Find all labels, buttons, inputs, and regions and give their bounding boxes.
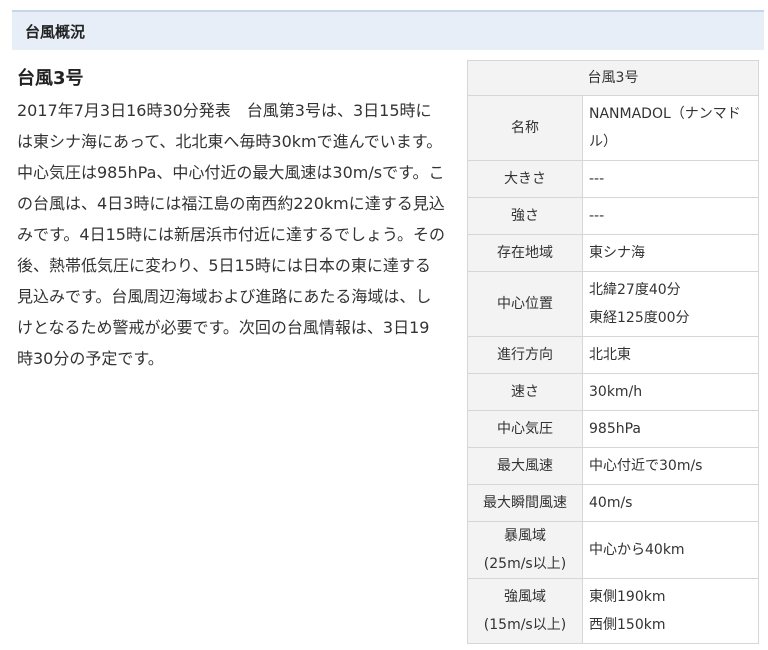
table-row: 中心位置 北緯27度40分 東経125度00分 bbox=[467, 271, 759, 337]
row-value-line: 東シナ海 bbox=[589, 245, 645, 261]
row-value-line: --- bbox=[589, 208, 605, 224]
row-value: 東側190km 西側150km bbox=[582, 578, 759, 644]
row-key-line: 存在地域 bbox=[497, 245, 553, 261]
row-value-line: 北北東 bbox=[589, 347, 631, 363]
section-header-title: 台風概況 bbox=[25, 23, 86, 41]
row-value: --- bbox=[582, 160, 759, 198]
row-value: NANMADOL（ナンマドル） bbox=[582, 95, 759, 161]
row-key-line: (25m/s以上) bbox=[483, 556, 567, 572]
row-value-line: 中心から40km bbox=[589, 542, 685, 558]
table-row: 速さ 30km/h bbox=[467, 373, 759, 411]
row-key: 名称 bbox=[467, 95, 583, 161]
row-key-line: 中心気圧 bbox=[497, 421, 553, 437]
row-value-line: 40m/s bbox=[589, 495, 633, 511]
row-key-line: 強さ bbox=[511, 208, 539, 224]
row-key-line: 大きさ bbox=[504, 171, 546, 187]
table-row: 名称 NANMADOL（ナンマドル） bbox=[467, 95, 759, 161]
row-key: 存在地域 bbox=[467, 234, 583, 272]
row-key-line: 暴風域 bbox=[504, 528, 546, 544]
row-value: 985hPa bbox=[582, 410, 759, 448]
row-key-line: 名称 bbox=[511, 120, 539, 136]
row-value-line: NANMADOL（ナンマドル） bbox=[589, 106, 741, 150]
row-key-line: 進行方向 bbox=[497, 347, 553, 363]
typhoon-info-table: 台風3号 名称 NANMADOL（ナンマドル） 大きさ --- 強さ --- 存在地域 東シナ… bbox=[467, 60, 759, 644]
row-value: --- bbox=[582, 197, 759, 235]
table-row: 中心気圧 985hPa bbox=[467, 410, 759, 448]
row-key-line: 最大風速 bbox=[497, 458, 553, 474]
row-value: 北緯27度40分 東経125度00分 bbox=[582, 271, 759, 337]
table-row: 暴風域 (25m/s以上) 中心から40km bbox=[467, 521, 759, 579]
row-key-line: 最大瞬間風速 bbox=[483, 495, 567, 511]
row-key: 最大風速 bbox=[467, 447, 583, 485]
row-value-line: 東側190km bbox=[589, 589, 666, 605]
row-value: 中心から40km bbox=[582, 521, 759, 579]
row-key: 最大瞬間風速 bbox=[467, 484, 583, 522]
row-value-line: 北緯27度40分 bbox=[589, 282, 681, 298]
table-row: 強風域 (15m/s以上) 東側190km 西側150km bbox=[467, 578, 759, 644]
row-value: 30km/h bbox=[582, 373, 759, 411]
row-value-line: --- bbox=[589, 171, 605, 187]
row-value: 東シナ海 bbox=[582, 234, 759, 272]
row-value: 北北東 bbox=[582, 336, 759, 374]
table-caption: 台風3号 bbox=[467, 60, 759, 96]
table-caption-row: 台風3号 bbox=[467, 60, 759, 96]
row-key-line: (15m/s以上) bbox=[483, 617, 567, 633]
row-key: 強さ bbox=[467, 197, 583, 235]
row-key: 中心気圧 bbox=[467, 410, 583, 448]
table-row: 最大瞬間風速 40m/s bbox=[467, 484, 759, 522]
table-row: 最大風速 中心付近で30m/s bbox=[467, 447, 759, 485]
row-value: 中心付近で30m/s bbox=[582, 447, 759, 485]
row-key-line: 速さ bbox=[511, 384, 539, 400]
table-row: 存在地域 東シナ海 bbox=[467, 234, 759, 272]
row-key: 暴風域 (25m/s以上) bbox=[467, 521, 583, 579]
row-key: 中心位置 bbox=[467, 271, 583, 337]
table-row: 進行方向 北北東 bbox=[467, 336, 759, 374]
row-value-line: 985hPa bbox=[589, 421, 641, 437]
typhoon-description: 2017年7月3日16時30分発表 台風第3号は、3日15時には東シナ海にあって… bbox=[17, 101, 445, 368]
row-value: 40m/s bbox=[582, 484, 759, 522]
typhoon-title: 台風3号 bbox=[17, 68, 84, 89]
row-key-line: 中心位置 bbox=[497, 296, 553, 312]
row-key-line: 強風域 bbox=[504, 589, 546, 605]
row-value-line: 30km/h bbox=[589, 384, 643, 400]
row-value-line: 東経125度00分 bbox=[589, 310, 690, 326]
table-row: 大きさ --- bbox=[467, 160, 759, 198]
row-key: 強風域 (15m/s以上) bbox=[467, 578, 583, 644]
row-key: 進行方向 bbox=[467, 336, 583, 374]
row-key: 速さ bbox=[467, 373, 583, 411]
row-value-line: 西側150km bbox=[589, 617, 666, 633]
row-key: 大きさ bbox=[467, 160, 583, 198]
section-header: 台風概況 bbox=[12, 10, 764, 50]
table-row: 強さ --- bbox=[467, 197, 759, 235]
row-value-line: 中心付近で30m/s bbox=[589, 458, 703, 474]
